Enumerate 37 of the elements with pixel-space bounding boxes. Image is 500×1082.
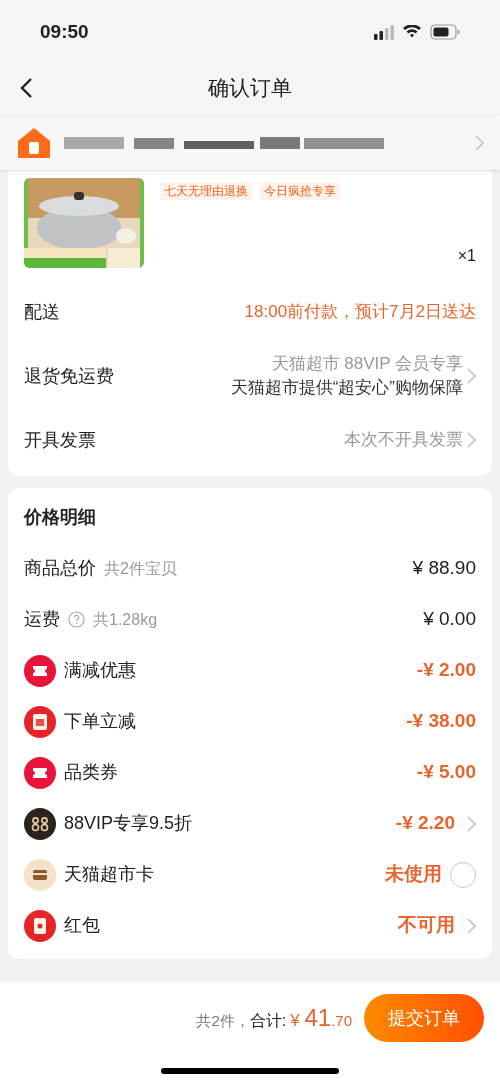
- price-value: -¥ 5.00: [416, 760, 476, 785]
- price-value: 未使用: [385, 862, 442, 887]
- price-label: 88VIP专享9.5折: [64, 812, 193, 835]
- row-label: 退货免运费: [24, 364, 114, 388]
- price-label: 红包: [64, 914, 100, 937]
- section-title: 价格明细: [22, 506, 97, 529]
- price-label: 商品总价: [24, 557, 96, 580]
- item-count: 共2件，: [196, 1011, 250, 1031]
- page-title: 确认订单: [208, 75, 292, 102]
- price-note: 共2件宝贝: [104, 558, 177, 579]
- row-value: 天猫超市 88VIP 会员专享: [271, 353, 463, 375]
- price-label: 下单立减: [64, 710, 136, 733]
- order-row[interactable]: 配送 18:00前付款，预计7月2日送达: [8, 280, 492, 344]
- row-value: 本次不开具发票: [344, 429, 463, 451]
- price-value: ¥ 88.90: [412, 556, 476, 581]
- status-time: 09:50: [40, 19, 89, 44]
- price-label: 品类券: [64, 761, 118, 784]
- price-value: -¥ 2.00: [416, 658, 476, 683]
- price-value: 不可用: [398, 913, 455, 938]
- price-value: -¥ 2.20: [395, 811, 455, 836]
- price-label: 天猫超市卡: [64, 863, 154, 886]
- price-value: -¥ 38.00: [406, 709, 476, 734]
- price-note: 共1.28kg: [93, 609, 158, 630]
- row-label: 开具发票: [24, 428, 96, 452]
- price-label: 运费: [24, 608, 60, 631]
- order-row[interactable]: 开具发票 本次不开具发票: [8, 408, 492, 472]
- total-label: 合计:: [249, 1011, 287, 1031]
- total-price: ¥ 41.70: [290, 1003, 352, 1033]
- product-tag: 七天无理由退换: [160, 182, 252, 200]
- quantity: ×1: [457, 246, 476, 266]
- row-value: 天猫超市提供“超安心”购物保障: [230, 377, 463, 399]
- row-label: 配送: [24, 300, 60, 324]
- price-value: ¥ 0.00: [423, 607, 476, 632]
- row-value: 18:00前付款，预计7月2日送达: [244, 301, 476, 323]
- product-tag: 今日疯抢专享: [260, 182, 340, 200]
- price-label: 满减优惠: [64, 659, 136, 682]
- order-row[interactable]: 退货免运费 天猫超市 88VIP 会员专享 天猫超市提供“超安心”购物保障: [8, 344, 492, 408]
